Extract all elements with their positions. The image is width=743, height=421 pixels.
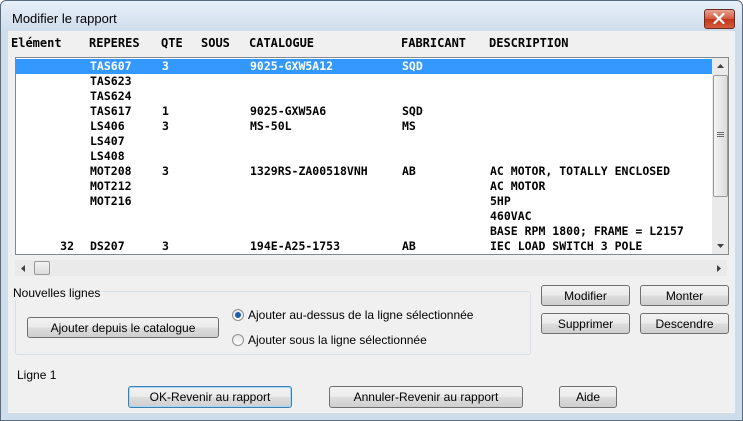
close-button[interactable] (704, 9, 735, 29)
horizontal-scrollbar[interactable] (15, 260, 727, 276)
table-cell: TAS624 (90, 89, 132, 103)
table-cell: MS-50L (250, 119, 292, 133)
table-row[interactable]: TAS624 (16, 89, 712, 104)
table-row[interactable]: LS408 (16, 149, 712, 164)
delete-button[interactable]: Supprimer (541, 313, 630, 334)
table-cell: SQD (402, 104, 423, 118)
column-header-sous: SOUS (201, 36, 230, 50)
horizontal-scroll-thumb[interactable] (34, 261, 50, 275)
column-header-qte: QTE (161, 36, 183, 50)
table-cell: 460VAC (490, 209, 532, 223)
table-cell: 3 (162, 239, 169, 253)
table-cell: LS407 (90, 134, 125, 148)
move-up-button[interactable]: Monter (640, 285, 729, 306)
close-icon (713, 13, 725, 24)
column-header-description: DESCRIPTION (489, 36, 569, 50)
table-cell: LS406 (90, 119, 125, 133)
dialog-client: Elément REPERES QTE SOUS CATALOGUE FABRI… (8, 31, 735, 413)
table-cell: LS408 (90, 149, 125, 163)
table-cell: 5HP (490, 194, 511, 208)
table-row[interactable]: LS406 3 MS-50L MS (16, 119, 712, 134)
arrow-left-icon (21, 264, 25, 272)
title-bar[interactable]: Modifier le rapport (1, 1, 742, 31)
table-row[interactable]: 460VAC (16, 209, 712, 224)
table-row[interactable]: TAS607 3 9025-GXW5A12 SQD (16, 59, 712, 74)
table-row[interactable]: 32 DS207 3 194E-A25-1753 AB IEC LOAD SWITCH 3… (16, 239, 712, 254)
table-cell: 1 (162, 104, 169, 118)
table-cell: MOT208 (90, 164, 132, 178)
table-cell: 32 (60, 239, 74, 253)
cancel-return-button[interactable]: Annuler-Revenir au rapport (329, 386, 523, 408)
radio-add-below[interactable] (232, 334, 244, 346)
scroll-down-button[interactable] (712, 238, 728, 254)
table-cell: AB (402, 164, 416, 178)
scroll-right-button[interactable] (711, 260, 727, 276)
table-cell: TAS617 (90, 104, 132, 118)
table-row[interactable]: BASE RPM 1800; FRAME = L2157 (16, 224, 712, 239)
help-button[interactable]: Aide (559, 386, 617, 408)
column-header-element: Elément (11, 36, 62, 50)
table-cell: IEC LOAD SWITCH 3 POLE (490, 239, 643, 253)
table-row[interactable]: MOT212 AC MOTOR (16, 179, 712, 194)
table-row[interactable]: LS407 (16, 134, 712, 149)
add-from-catalog-button[interactable]: Ajouter depuis le catalogue (27, 317, 219, 338)
table-cell: 9025-GXW5A12 (250, 59, 334, 73)
vertical-scroll-thumb[interactable] (713, 75, 728, 197)
table-row[interactable]: MOT216 5HP (16, 194, 712, 209)
table-row[interactable]: TAS617 1 9025-GXW5A6 SQD (16, 104, 712, 119)
table-cell: 9025-GXW5A6 (250, 104, 327, 118)
table-cell: 3 (162, 59, 169, 73)
vertical-scrollbar[interactable] (712, 58, 728, 254)
modify-button[interactable]: Modifier (541, 285, 630, 306)
radio-add-below-label: Ajouter sous la ligne sélectionnée (248, 333, 427, 347)
status-line-label: Ligne 1 (17, 368, 57, 382)
move-down-button[interactable]: Descendre (640, 313, 729, 334)
radio-add-above-label: Ajouter au-dessus de la ligne sélectionn… (248, 308, 474, 322)
column-header-fabricant: FABRICANT (401, 36, 467, 50)
table-cell: 3 (162, 164, 169, 178)
table-cell: 1329RS-ZA00518VNH (250, 164, 368, 178)
table-cell: SQD (402, 59, 423, 73)
table-row[interactable]: MOT208 3 1329RS-ZA00518VNH AB AC MOTOR, TOTA… (16, 164, 712, 179)
radio-add-above[interactable] (232, 309, 244, 321)
report-line-list[interactable]: TAS607 3 9025-GXW5A12 SQD TAS623 TAS624 TAS617… (15, 57, 729, 255)
table-cell: DS207 (90, 239, 125, 253)
table-cell: AC MOTOR, TOTALLY ENCLOSED (490, 164, 671, 178)
table-cell: MOT212 (90, 179, 132, 193)
table-cell: MOT216 (90, 194, 132, 208)
table-cell: AC MOTOR (490, 179, 546, 193)
window-title: Modifier le rapport (12, 11, 117, 26)
table-cell: TAS623 (90, 74, 132, 88)
table-cell: 194E-A25-1753 (250, 239, 341, 253)
table-cell: BASE RPM 1800; FRAME = L2157 (490, 224, 684, 238)
scroll-left-button[interactable] (15, 260, 31, 276)
table-cell: AB (402, 239, 416, 253)
arrow-right-icon (717, 264, 721, 272)
table-cell: MS (402, 119, 416, 133)
dialog-window: Modifier le rapport Elément REPERES QTE … (0, 0, 743, 421)
column-header-catalogue: CATALOGUE (249, 36, 315, 50)
ok-return-button[interactable]: OK-Revenir au rapport (128, 386, 292, 408)
table-cell: 3 (162, 119, 169, 133)
scroll-up-button[interactable] (712, 58, 728, 74)
table-row[interactable]: TAS623 (16, 74, 712, 89)
arrow-up-icon (716, 64, 724, 68)
new-lines-group-label: Nouvelles lignes (11, 286, 103, 300)
column-header-reperes: REPERES (89, 36, 140, 50)
arrow-down-icon (716, 244, 724, 248)
table-cell: TAS607 (90, 59, 132, 73)
